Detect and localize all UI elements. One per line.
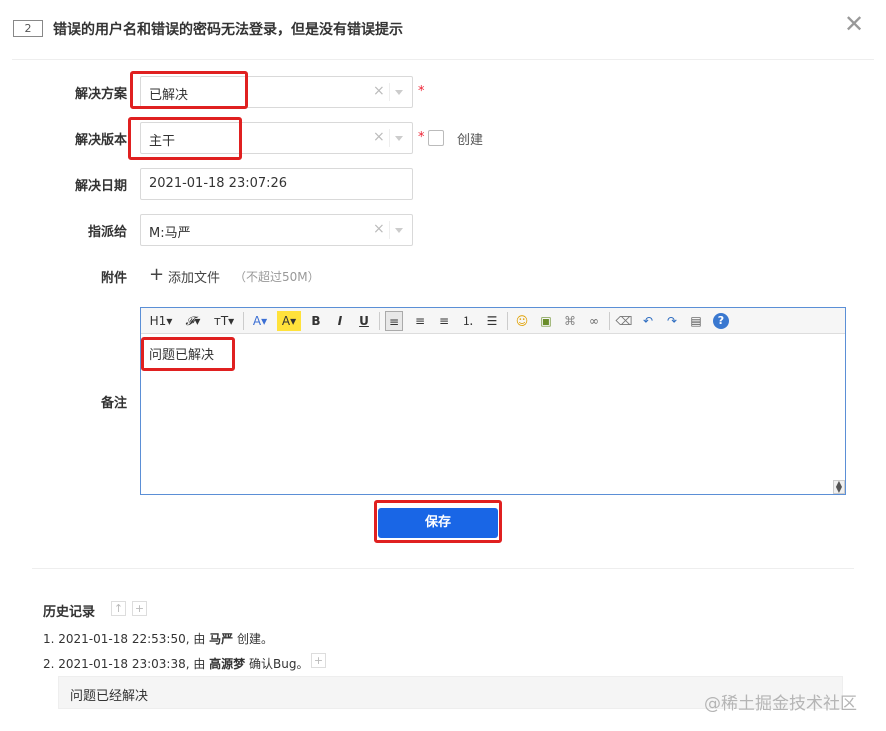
attachment-label: 附件 bbox=[100, 271, 127, 286]
select-divider bbox=[389, 129, 390, 147]
required-mark: * bbox=[418, 130, 425, 145]
assign-select[interactable]: M:马严 × bbox=[140, 214, 413, 246]
history-entry-action: 确认Bug。 bbox=[245, 657, 309, 671]
bold-button[interactable]: B bbox=[309, 311, 323, 331]
clear-icon[interactable]: × bbox=[373, 129, 385, 145]
history-comment-text: 问题已经解决 bbox=[70, 689, 149, 704]
history-entry: 1. 2021-01-18 22:53:50, 由 马严 创建。 bbox=[43, 630, 273, 647]
font-color-button[interactable]: A▾ bbox=[249, 311, 271, 331]
history-entry-text: 2. 2021-01-18 23:03:38, 由 bbox=[43, 657, 210, 671]
add-file-link[interactable]: 添加文件 bbox=[168, 267, 220, 286]
header-divider bbox=[12, 59, 874, 60]
file-size-hint: （不超过50M） bbox=[234, 270, 320, 284]
close-icon[interactable]: ✕ bbox=[842, 12, 866, 36]
comment-editor[interactable]: H1▾ 𝓕▾ тT▾ A▾ A▾ B I U ≡ ≡ ≡ ⒈ ☰ ☺ ▣ ⌘ ∞… bbox=[140, 307, 846, 495]
assign-value: M:马严 bbox=[149, 226, 191, 241]
arrow-up-icon[interactable]: ↑ bbox=[111, 601, 126, 616]
link-icon[interactable]: ∞ bbox=[585, 311, 603, 331]
align-right-button[interactable]: ≡ bbox=[435, 311, 453, 331]
resolved-date-input[interactable]: 2021-01-18 23:07:26 bbox=[140, 168, 413, 200]
required-mark: * bbox=[418, 84, 425, 99]
undo-icon[interactable]: ↶ bbox=[639, 311, 657, 331]
create-build-label[interactable]: 创建 bbox=[457, 129, 483, 148]
resolution-value: 已解决 bbox=[149, 88, 189, 103]
help-icon[interactable]: ? bbox=[713, 313, 729, 329]
font-family-button[interactable]: 𝓕▾ bbox=[181, 311, 205, 331]
eraser-icon[interactable]: ⌫ bbox=[615, 311, 633, 331]
chevron-down-icon[interactable] bbox=[395, 228, 403, 233]
emoji-icon[interactable]: ☺ bbox=[513, 311, 531, 331]
expand-icon[interactable]: + bbox=[311, 653, 326, 668]
history-entry-text: 1. 2021-01-18 22:53:50, 由 bbox=[43, 632, 210, 646]
history-title: 历史记录 bbox=[43, 605, 96, 620]
resolution-select[interactable]: 已解决 × bbox=[140, 76, 413, 108]
bug-title: 错误的用户名和错误的密码无法登录，但是没有错误提示 bbox=[53, 22, 403, 38]
comment-label: 备注 bbox=[100, 396, 127, 411]
create-build-checkbox[interactable] bbox=[428, 130, 444, 146]
resolved-date-value: 2021-01-18 23:07:26 bbox=[149, 176, 288, 191]
resolution-label: 解决方案 bbox=[74, 87, 127, 102]
paste-icon[interactable]: ▤ bbox=[687, 311, 705, 331]
code-icon[interactable]: ⌘ bbox=[561, 311, 579, 331]
italic-button[interactable]: I bbox=[333, 311, 347, 331]
font-size-button[interactable]: тT▾ bbox=[211, 311, 237, 331]
history-entry-user: 马严 bbox=[209, 632, 234, 646]
toolbar-separator bbox=[243, 312, 244, 330]
watermark: @稀土掘金技术社区 bbox=[704, 694, 857, 714]
toolbar-separator bbox=[379, 312, 380, 330]
align-center-button[interactable]: ≡ bbox=[411, 311, 429, 331]
editor-toolbar: H1▾ 𝓕▾ тT▾ A▾ A▾ B I U ≡ ≡ ≡ ⒈ ☰ ☺ ▣ ⌘ ∞… bbox=[141, 308, 845, 334]
highlight-color-button[interactable]: A▾ bbox=[277, 311, 301, 331]
select-divider bbox=[389, 221, 390, 239]
underline-button[interactable]: U bbox=[357, 311, 371, 331]
toolbar-separator bbox=[507, 312, 508, 330]
build-select[interactable]: 主干 × bbox=[140, 122, 413, 154]
chevron-down-icon[interactable] bbox=[395, 90, 403, 95]
redo-icon[interactable]: ↷ bbox=[663, 311, 681, 331]
plus-icon[interactable]: + bbox=[149, 266, 164, 284]
section-divider bbox=[32, 568, 854, 569]
toolbar-separator bbox=[609, 312, 610, 330]
date-label: 解决日期 bbox=[74, 179, 127, 194]
chevron-down-icon[interactable] bbox=[395, 136, 403, 141]
heading-button[interactable]: H1▾ bbox=[147, 311, 175, 331]
unordered-list-button[interactable]: ☰ bbox=[483, 311, 501, 331]
plus-icon[interactable]: + bbox=[132, 601, 147, 616]
history-entry-user: 高源梦 bbox=[209, 657, 246, 671]
clear-icon[interactable]: × bbox=[373, 221, 385, 237]
image-icon[interactable]: ▣ bbox=[537, 311, 555, 331]
comment-content[interactable]: 问题已解决 bbox=[149, 344, 214, 363]
align-left-button[interactable]: ≡ bbox=[385, 311, 403, 331]
history-entry: 2. 2021-01-18 23:03:38, 由 高源梦 确认Bug。 bbox=[43, 655, 308, 672]
save-button[interactable]: 保存 bbox=[378, 508, 498, 538]
resize-handle[interactable]: ▲ ▼ bbox=[833, 480, 845, 494]
build-value: 主干 bbox=[149, 134, 176, 149]
bug-id-badge: 2 bbox=[13, 20, 43, 37]
select-divider bbox=[389, 83, 390, 101]
history-entry-action: 创建。 bbox=[233, 632, 273, 646]
ordered-list-button[interactable]: ⒈ bbox=[459, 311, 477, 331]
clear-icon[interactable]: × bbox=[373, 83, 385, 99]
build-label: 解决版本 bbox=[74, 133, 127, 148]
modal-header: 2 错误的用户名和错误的密码无法登录，但是没有错误提示 ✕ bbox=[0, 0, 886, 60]
assign-label: 指派给 bbox=[87, 225, 127, 240]
